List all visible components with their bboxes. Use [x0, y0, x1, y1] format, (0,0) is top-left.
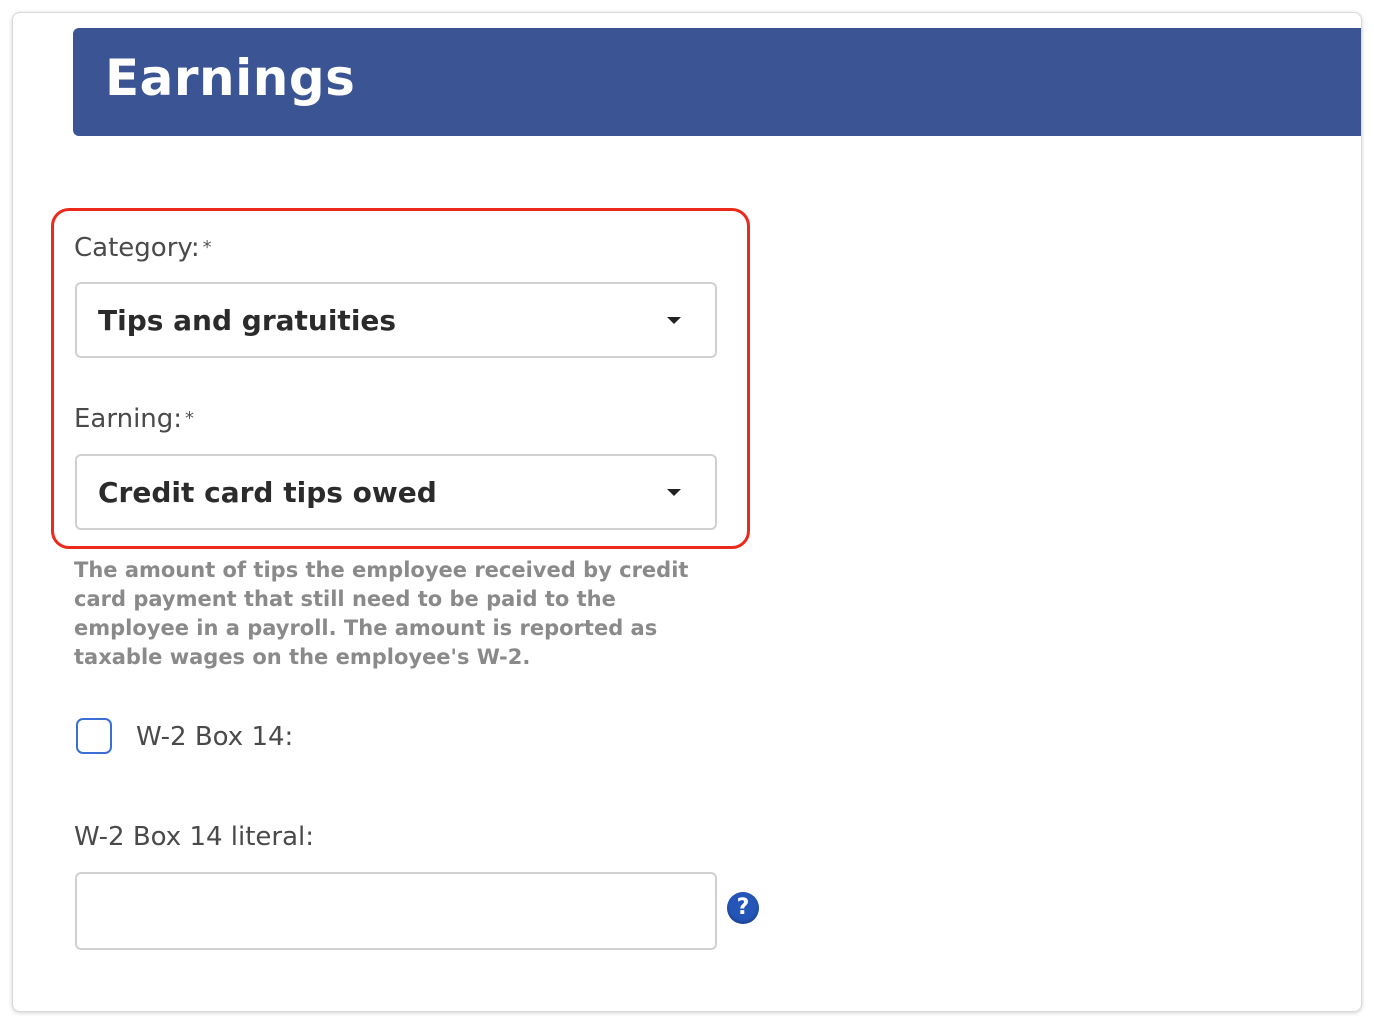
earnings-card: Earnings Category: * Tips and gratuities … — [12, 12, 1362, 1012]
earning-description: The amount of tips the employee received… — [74, 558, 689, 669]
category-required-mark: * — [202, 237, 212, 258]
w2-box14-label: W-2 Box 14: — [136, 722, 294, 752]
category-select[interactable]: Tips and gratuities — [75, 282, 717, 358]
earning-selected-value: Credit card tips owed — [98, 476, 437, 509]
question-circle-icon[interactable]: ? — [727, 892, 759, 924]
earning-required-mark: * — [185, 408, 195, 429]
earning-label: Earning: * — [74, 403, 194, 435]
category-label-text: Category: — [74, 233, 200, 263]
caret-down-icon — [667, 317, 681, 324]
category-label: Category: * — [74, 232, 212, 264]
earning-label-text: Earning: — [74, 404, 183, 434]
w2-box14-literal-label: W-2 Box 14 literal: — [74, 822, 315, 852]
section-header: Earnings — [73, 28, 1361, 136]
category-selected-value: Tips and gratuities — [98, 304, 397, 337]
caret-down-icon — [667, 489, 681, 496]
earning-select[interactable]: Credit card tips owed — [75, 454, 717, 530]
w2-box14-checkbox[interactable] — [76, 718, 112, 754]
page-title: Earnings — [105, 49, 356, 107]
w2-box14-literal-input[interactable] — [75, 872, 717, 950]
